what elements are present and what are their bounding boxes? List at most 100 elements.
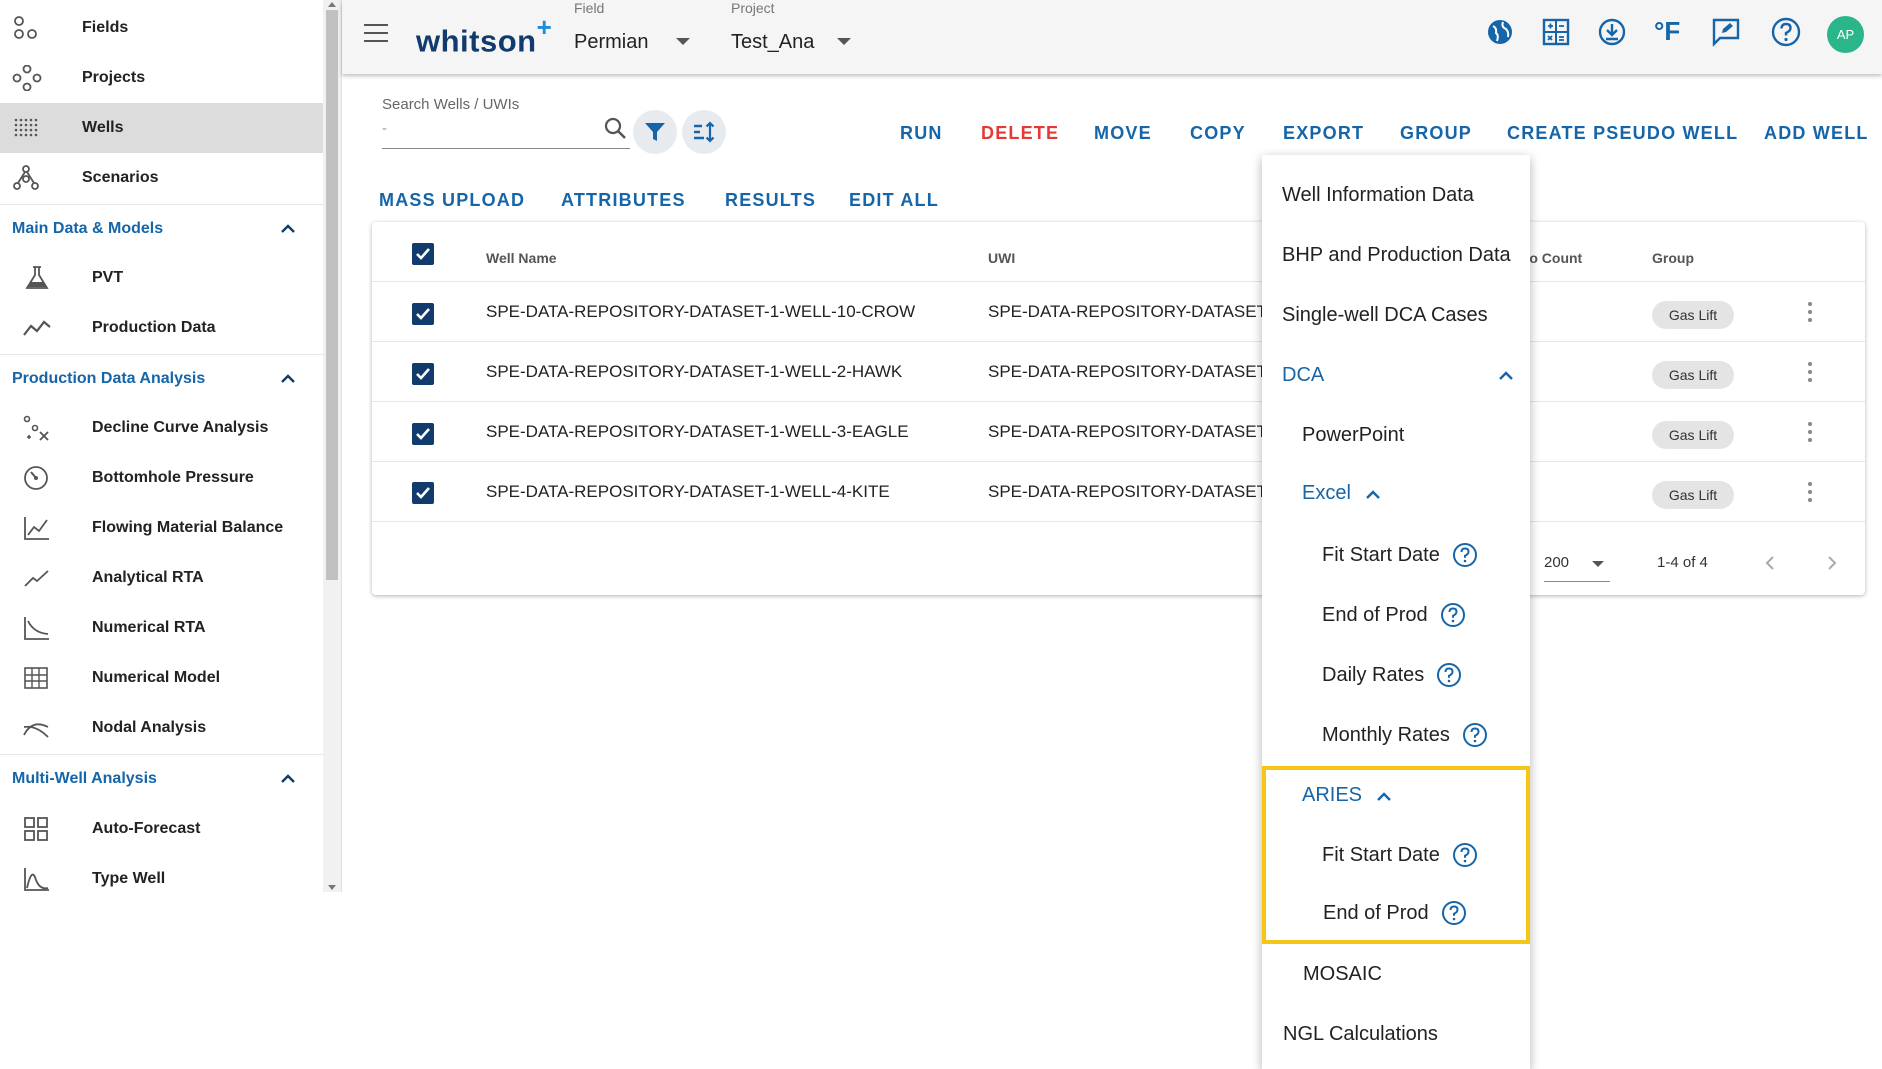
section-multi-well-analysis[interactable]: Multi-Well Analysis	[0, 754, 324, 804]
search-input[interactable]: -	[382, 120, 387, 137]
wells-icon	[14, 118, 38, 137]
chevron-up-icon[interactable]	[280, 773, 296, 783]
menu-item-label: Daily Rates	[1322, 663, 1425, 686]
scroll-up-icon[interactable]	[328, 2, 336, 7]
search-icon[interactable]	[603, 116, 629, 142]
move-button[interactable]: MOVE	[1094, 123, 1152, 144]
uwi-cell: SPE-DATA-REPOSITORY-DATASET-1	[988, 302, 1282, 321]
sidebar-item-label: Numerical Model	[92, 669, 221, 686]
help-icon[interactable]	[1440, 602, 1466, 628]
menu-icon[interactable]	[364, 24, 388, 44]
scroll-down-icon[interactable]	[328, 885, 336, 890]
menu-item-bhp-production-data[interactable]: BHP and Production Data	[1282, 244, 1511, 267]
group-button[interactable]: GROUP	[1400, 123, 1472, 144]
menu-item-excel-monthly-rates[interactable]: Monthly Rates	[1322, 722, 1488, 748]
column-header-uwi[interactable]: UWI	[988, 250, 1015, 266]
sidebar-item-numerical-model[interactable]: Numerical Model	[0, 653, 324, 703]
check-icon	[416, 308, 430, 320]
menu-item-dca[interactable]: DCA	[1282, 364, 1513, 387]
help-icon[interactable]	[1436, 662, 1462, 688]
help-icon[interactable]	[1462, 722, 1488, 748]
check-icon	[416, 248, 430, 260]
download-icon[interactable]	[1596, 16, 1628, 48]
sidebar-item-wells[interactable]: Wells	[0, 103, 324, 153]
well-name-cell[interactable]: SPE-DATA-REPOSITORY-DATASET-1-WELL-10-CR…	[486, 302, 915, 322]
mass-upload-button[interactable]: MASS UPLOAD	[379, 190, 525, 211]
sidebar-item-decline-curve-analysis[interactable]: Decline Curve Analysis	[0, 403, 324, 453]
more-options-icon[interactable]	[1808, 422, 1812, 446]
section-main-data-models[interactable]: Main Data & Models	[0, 204, 324, 254]
menu-item-single-well-dca-cases[interactable]: Single-well DCA Cases	[1282, 304, 1488, 327]
section-title: Production Data Analysis	[12, 370, 206, 387]
nodal-icon	[23, 723, 49, 738]
row-checkbox[interactable]	[412, 363, 434, 385]
edit-all-button[interactable]: EDIT ALL	[849, 190, 939, 211]
section-title: Main Data & Models	[12, 220, 164, 237]
menu-item-excel-fit-start-date[interactable]: Fit Start Date	[1322, 542, 1478, 568]
column-header-group[interactable]: Group	[1652, 250, 1694, 266]
avatar[interactable]: AP	[1827, 16, 1864, 53]
row-checkbox[interactable]	[412, 303, 434, 325]
sidebar-item-scenarios[interactable]: Scenarios	[0, 153, 324, 203]
menu-item-excel-end-of-prod[interactable]: End of Prod	[1322, 602, 1466, 628]
create-pseudo-well-button[interactable]: CREATE PSEUDO WELL	[1507, 123, 1738, 144]
app-logo[interactable]: whitson+	[416, 12, 552, 59]
sidebar-item-nodal-analysis[interactable]: Nodal Analysis	[0, 703, 324, 753]
menu-item-well-information-data[interactable]: Well Information Data	[1282, 184, 1474, 207]
menu-item-mosaic[interactable]: MOSAIC	[1303, 963, 1382, 986]
filter-button[interactable]	[633, 110, 677, 154]
wells-table: Well Name UWI rio Count Group SPE-DATA-R…	[372, 222, 1865, 595]
row-checkbox[interactable]	[412, 482, 434, 504]
help-icon[interactable]	[1452, 542, 1478, 568]
copy-button[interactable]: COPY	[1190, 123, 1246, 144]
sidebar: Fields Projects Wells Scenarios Main Dat…	[0, 0, 342, 892]
attributes-button[interactable]: ATTRIBUTES	[561, 190, 686, 211]
globe-icon[interactable]	[1484, 16, 1516, 48]
column-header-well-name[interactable]: Well Name	[486, 250, 557, 266]
rows-per-page-select[interactable]: 200	[1544, 548, 1610, 582]
more-options-icon[interactable]	[1808, 482, 1812, 506]
run-button[interactable]: RUN	[900, 123, 943, 144]
menu-item-excel[interactable]: Excel	[1302, 482, 1381, 505]
feedback-icon[interactable]	[1710, 16, 1742, 48]
results-button[interactable]: RESULTS	[725, 190, 816, 211]
sidebar-item-type-well[interactable]: Type Well	[0, 854, 324, 892]
well-name-cell[interactable]: SPE-DATA-REPOSITORY-DATASET-1-WELL-3-EAG…	[486, 422, 909, 442]
chevron-right-icon[interactable]	[1826, 555, 1838, 571]
help-icon[interactable]	[1770, 16, 1802, 48]
sidebar-item-flowing-material-balance[interactable]: Flowing Material Balance	[0, 503, 324, 553]
sidebar-item-pvt[interactable]: PVT	[0, 253, 324, 303]
scrollbar-thumb[interactable]	[326, 10, 338, 580]
uwi-cell: SPE-DATA-REPOSITORY-DATASET-1	[988, 362, 1282, 381]
more-options-icon[interactable]	[1808, 362, 1812, 386]
row-checkbox[interactable]	[412, 423, 434, 445]
sidebar-item-production-data[interactable]: Production Data	[0, 303, 324, 353]
sidebar-scrollbar[interactable]	[323, 0, 341, 892]
sidebar-item-auto-forecast[interactable]: Auto-Forecast	[0, 804, 324, 854]
sidebar-item-projects[interactable]: Projects	[0, 53, 324, 103]
menu-item-ngl-calculations[interactable]: NGL Calculations	[1283, 1023, 1438, 1046]
logo-text: whitson	[416, 23, 537, 59]
chevron-up-icon[interactable]	[280, 223, 296, 233]
sidebar-item-label: Bottomhole Pressure	[92, 469, 254, 486]
chevron-up-icon[interactable]	[280, 373, 296, 383]
menu-item-powerpoint[interactable]: PowerPoint	[1302, 424, 1404, 447]
delete-button[interactable]: DELETE	[981, 123, 1059, 144]
section-production-data-analysis[interactable]: Production Data Analysis	[0, 354, 324, 404]
export-button[interactable]: EXPORT	[1283, 123, 1364, 144]
chevron-up-icon	[1366, 489, 1380, 499]
more-options-icon[interactable]	[1808, 302, 1812, 326]
chevron-left-icon[interactable]	[1764, 555, 1776, 571]
sidebar-item-analytical-rta[interactable]: Analytical RTA	[0, 553, 324, 603]
select-all-checkbox[interactable]	[412, 243, 434, 265]
add-well-button[interactable]: ADD WELL	[1764, 123, 1869, 144]
sidebar-item-numerical-rta[interactable]: Numerical RTA	[0, 603, 324, 653]
menu-item-excel-daily-rates[interactable]: Daily Rates	[1322, 662, 1462, 688]
temperature-unit-icon[interactable]: °F	[1654, 16, 1686, 48]
sidebar-item-fields[interactable]: Fields	[0, 3, 324, 53]
well-name-cell[interactable]: SPE-DATA-REPOSITORY-DATASET-1-WELL-4-KIT…	[486, 482, 890, 502]
sort-button[interactable]	[682, 110, 726, 154]
calculator-icon[interactable]	[1540, 16, 1572, 48]
sidebar-item-bottomhole-pressure[interactable]: Bottomhole Pressure	[0, 453, 324, 503]
well-name-cell[interactable]: SPE-DATA-REPOSITORY-DATASET-1-WELL-2-HAW…	[486, 362, 902, 382]
